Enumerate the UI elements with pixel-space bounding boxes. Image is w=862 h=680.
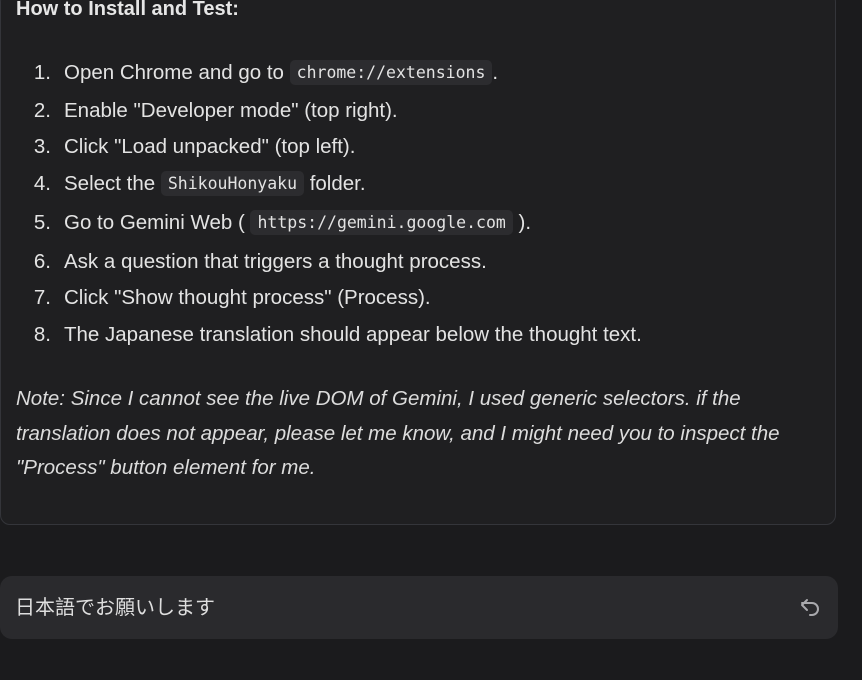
response-heading: How to Install and Test: xyxy=(16,0,239,20)
step-text: Select the ShikouHonyaku folder. xyxy=(64,171,366,196)
step-number: 6. xyxy=(33,250,51,273)
list-item: 3. Click "Load unpacked" (top left). xyxy=(1,132,821,162)
step-text: Click "Show thought process" (Process). xyxy=(64,286,431,309)
list-item: 7. Click "Show thought process" (Process… xyxy=(1,283,821,313)
list-item: 2. Enable "Developer mode" (top right). xyxy=(1,96,821,126)
step-number: 4. xyxy=(33,172,51,195)
undo-button[interactable] xyxy=(796,593,824,621)
prompt-bubble: 日本語でお願いします xyxy=(0,576,838,639)
step-text: Enable "Developer mode" (top right). xyxy=(64,99,398,122)
step-text: The Japanese translation should appear b… xyxy=(64,323,642,346)
response-card: How to Install and Test: 1. Open Chrome … xyxy=(0,0,836,525)
inline-code: https://gemini.google.com xyxy=(250,210,513,235)
step-text: Go to Gemini Web ( https://gemini.google… xyxy=(64,210,532,235)
list-item: 1. Open Chrome and go to chrome://extens… xyxy=(1,58,821,88)
list-item: 4. Select the ShikouHonyaku folder. xyxy=(1,169,821,199)
list-item: 5. Go to Gemini Web ( https://gemini.goo… xyxy=(1,208,821,238)
step-number: 7. xyxy=(33,286,51,309)
step-number: 2. xyxy=(33,99,51,122)
step-number: 1. xyxy=(33,61,51,84)
step-text: Open Chrome and go to chrome://extension… xyxy=(64,60,499,85)
step-text: Ask a question that triggers a thought p… xyxy=(64,250,487,273)
step-text: Click "Load unpacked" (top left). xyxy=(64,135,356,158)
prompt-text: 日本語でお願いします xyxy=(15,595,215,619)
inline-code: ShikouHonyaku xyxy=(160,171,305,196)
note-text: Note: Since I cannot see the live DOM of… xyxy=(16,387,780,479)
inline-code: chrome://extensions xyxy=(289,60,493,85)
undo-icon xyxy=(801,599,819,616)
step-number: 3. xyxy=(33,135,51,158)
step-number: 5. xyxy=(33,211,51,234)
step-number: 8. xyxy=(33,323,51,346)
list-item: 8. The Japanese translation should appea… xyxy=(1,320,821,350)
list-item: 6. Ask a question that triggers a though… xyxy=(1,247,821,277)
